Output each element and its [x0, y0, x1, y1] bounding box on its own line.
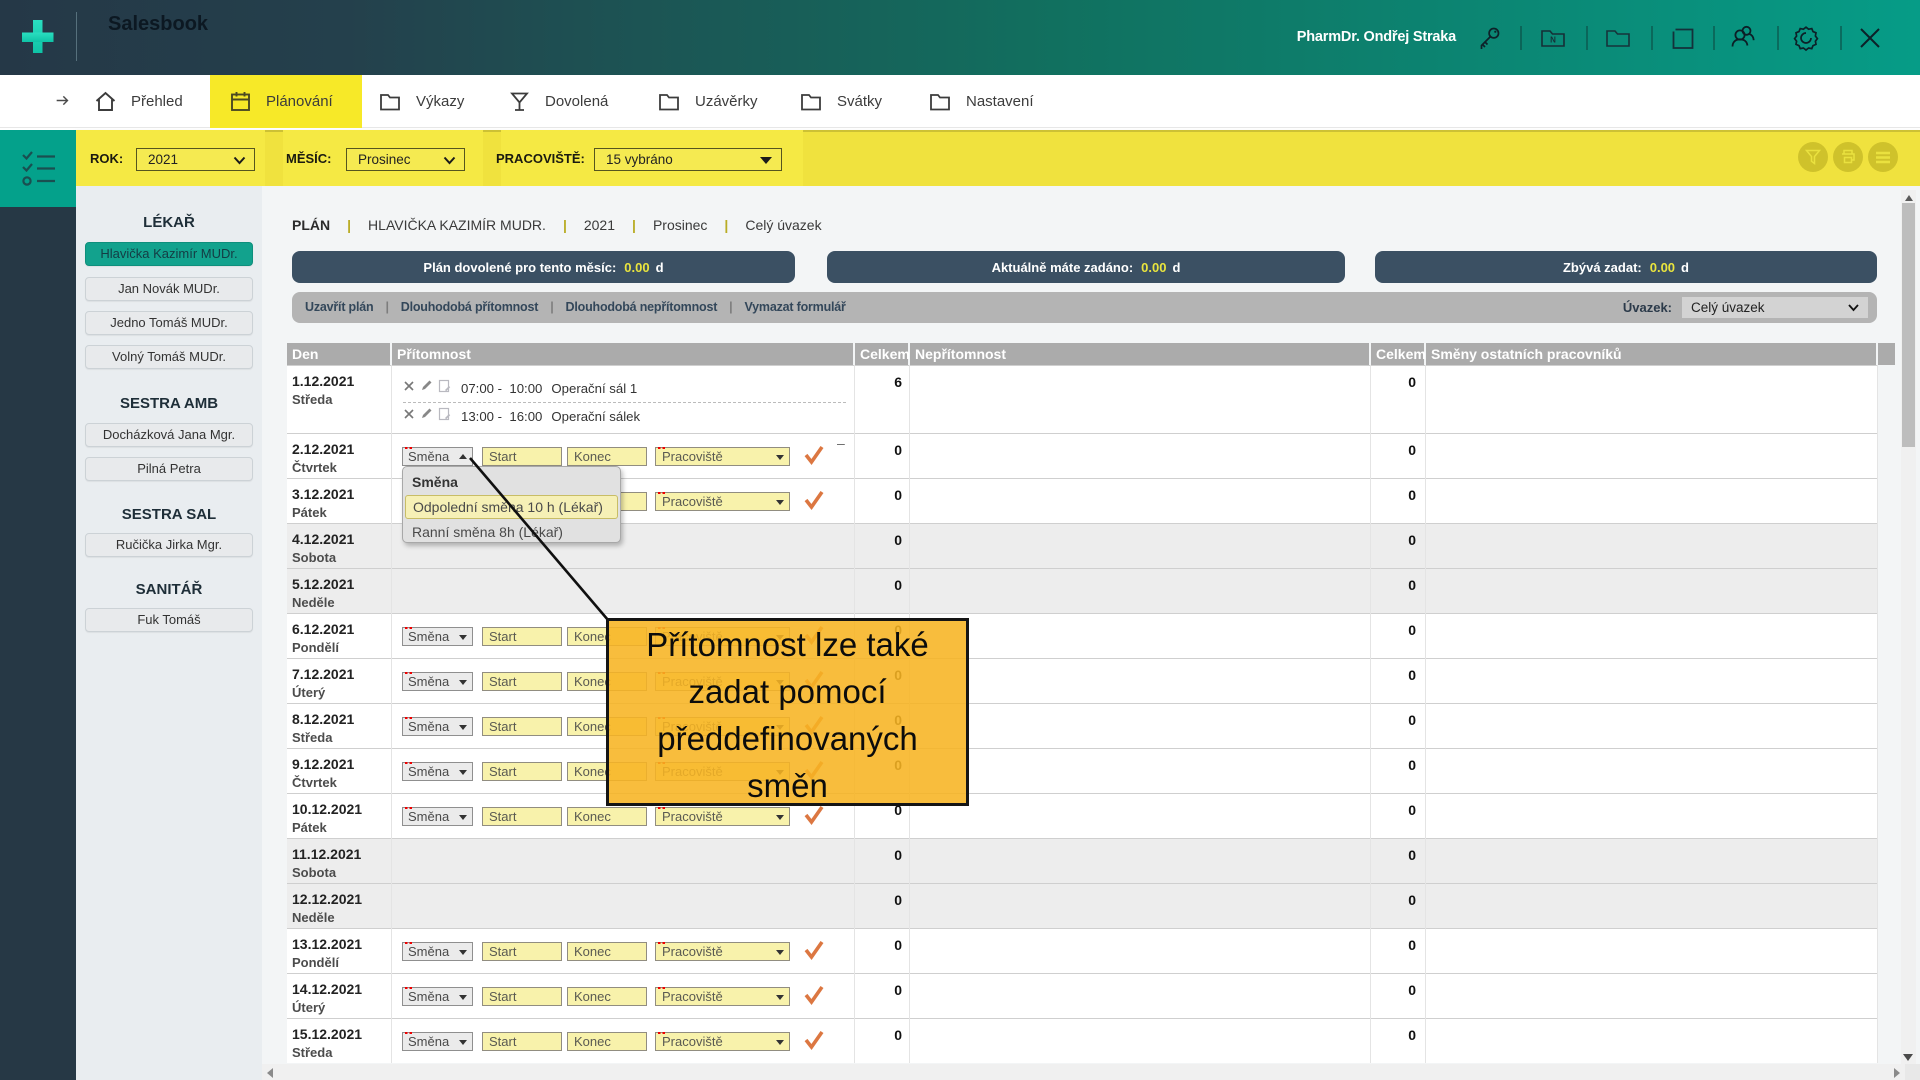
- svg-text:N: N: [1550, 35, 1556, 44]
